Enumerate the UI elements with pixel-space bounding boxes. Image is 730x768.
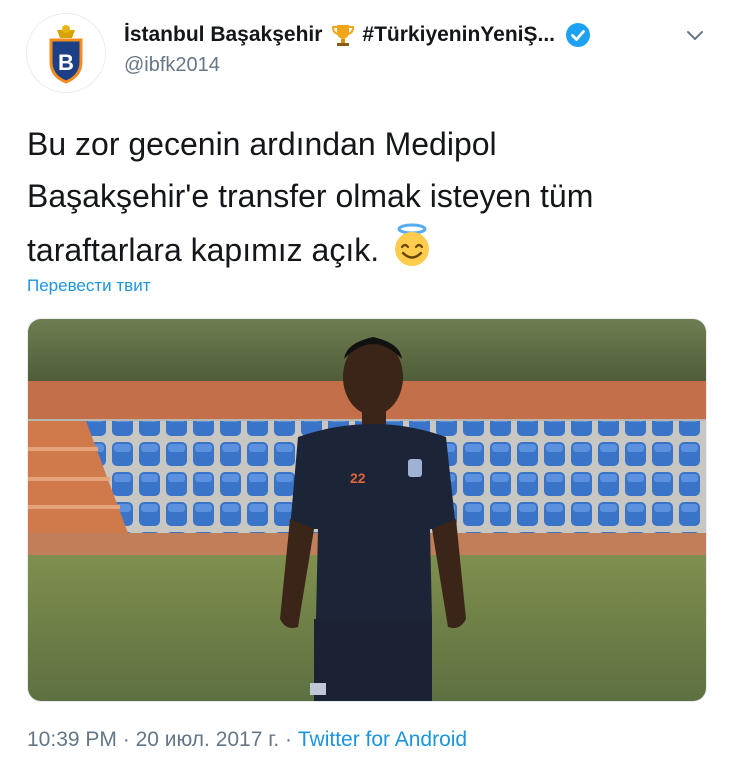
tweet-meta: 10:39 PM · 20 июл. 2017 г. · Twitter for… <box>27 728 467 752</box>
basaksehir-crest-icon: B <box>27 14 105 92</box>
account-handle[interactable]: @ibfk2014 <box>124 54 684 77</box>
name-hashtag: #TürkiyeninYeniŞ... <box>362 23 555 46</box>
tweet-text-line: Bu zor gecenin ardından Medipol <box>27 126 497 162</box>
tweet-text-line: taraftarlara kapımız açık. <box>27 222 707 283</box>
smiling-face-with-halo-icon <box>389 222 435 283</box>
tweet-time[interactable]: 10:39 PM <box>27 728 117 751</box>
tweet-header: İstanbul Başakşehir #TürkiyeninYeniŞ... … <box>124 20 684 77</box>
tweet-text: Bu zor gecenin ardından Medipol Başakşeh… <box>27 118 707 283</box>
tweet-date[interactable]: 20 июл. 2017 г. <box>136 728 280 751</box>
display-name[interactable]: İstanbul Başakşehir <box>124 23 322 47</box>
meta-separator: · <box>116 728 136 751</box>
tweet-client-link[interactable]: Twitter for Android <box>298 728 467 751</box>
meta-separator: · <box>279 728 298 751</box>
chevron-down-icon[interactable] <box>683 24 707 48</box>
jersey-number: 22 <box>350 470 366 486</box>
svg-text:B: B <box>58 50 74 75</box>
verified-badge-icon <box>565 22 591 48</box>
trophy-icon <box>330 22 356 48</box>
translate-tweet-link[interactable]: Перевести твит <box>27 276 150 296</box>
tweet-text-line: Başakşehir'e transfer olmak isteyen tüm <box>27 178 594 214</box>
tweet-text-line-content: taraftarlara kapımız açık. <box>27 231 380 268</box>
photo-football-player: 22 <box>28 319 706 701</box>
account-name-row[interactable]: İstanbul Başakşehir #TürkiyeninYeniŞ... <box>124 20 684 50</box>
avatar[interactable]: B <box>27 14 105 92</box>
tweet-photo[interactable]: 22 <box>27 318 707 702</box>
